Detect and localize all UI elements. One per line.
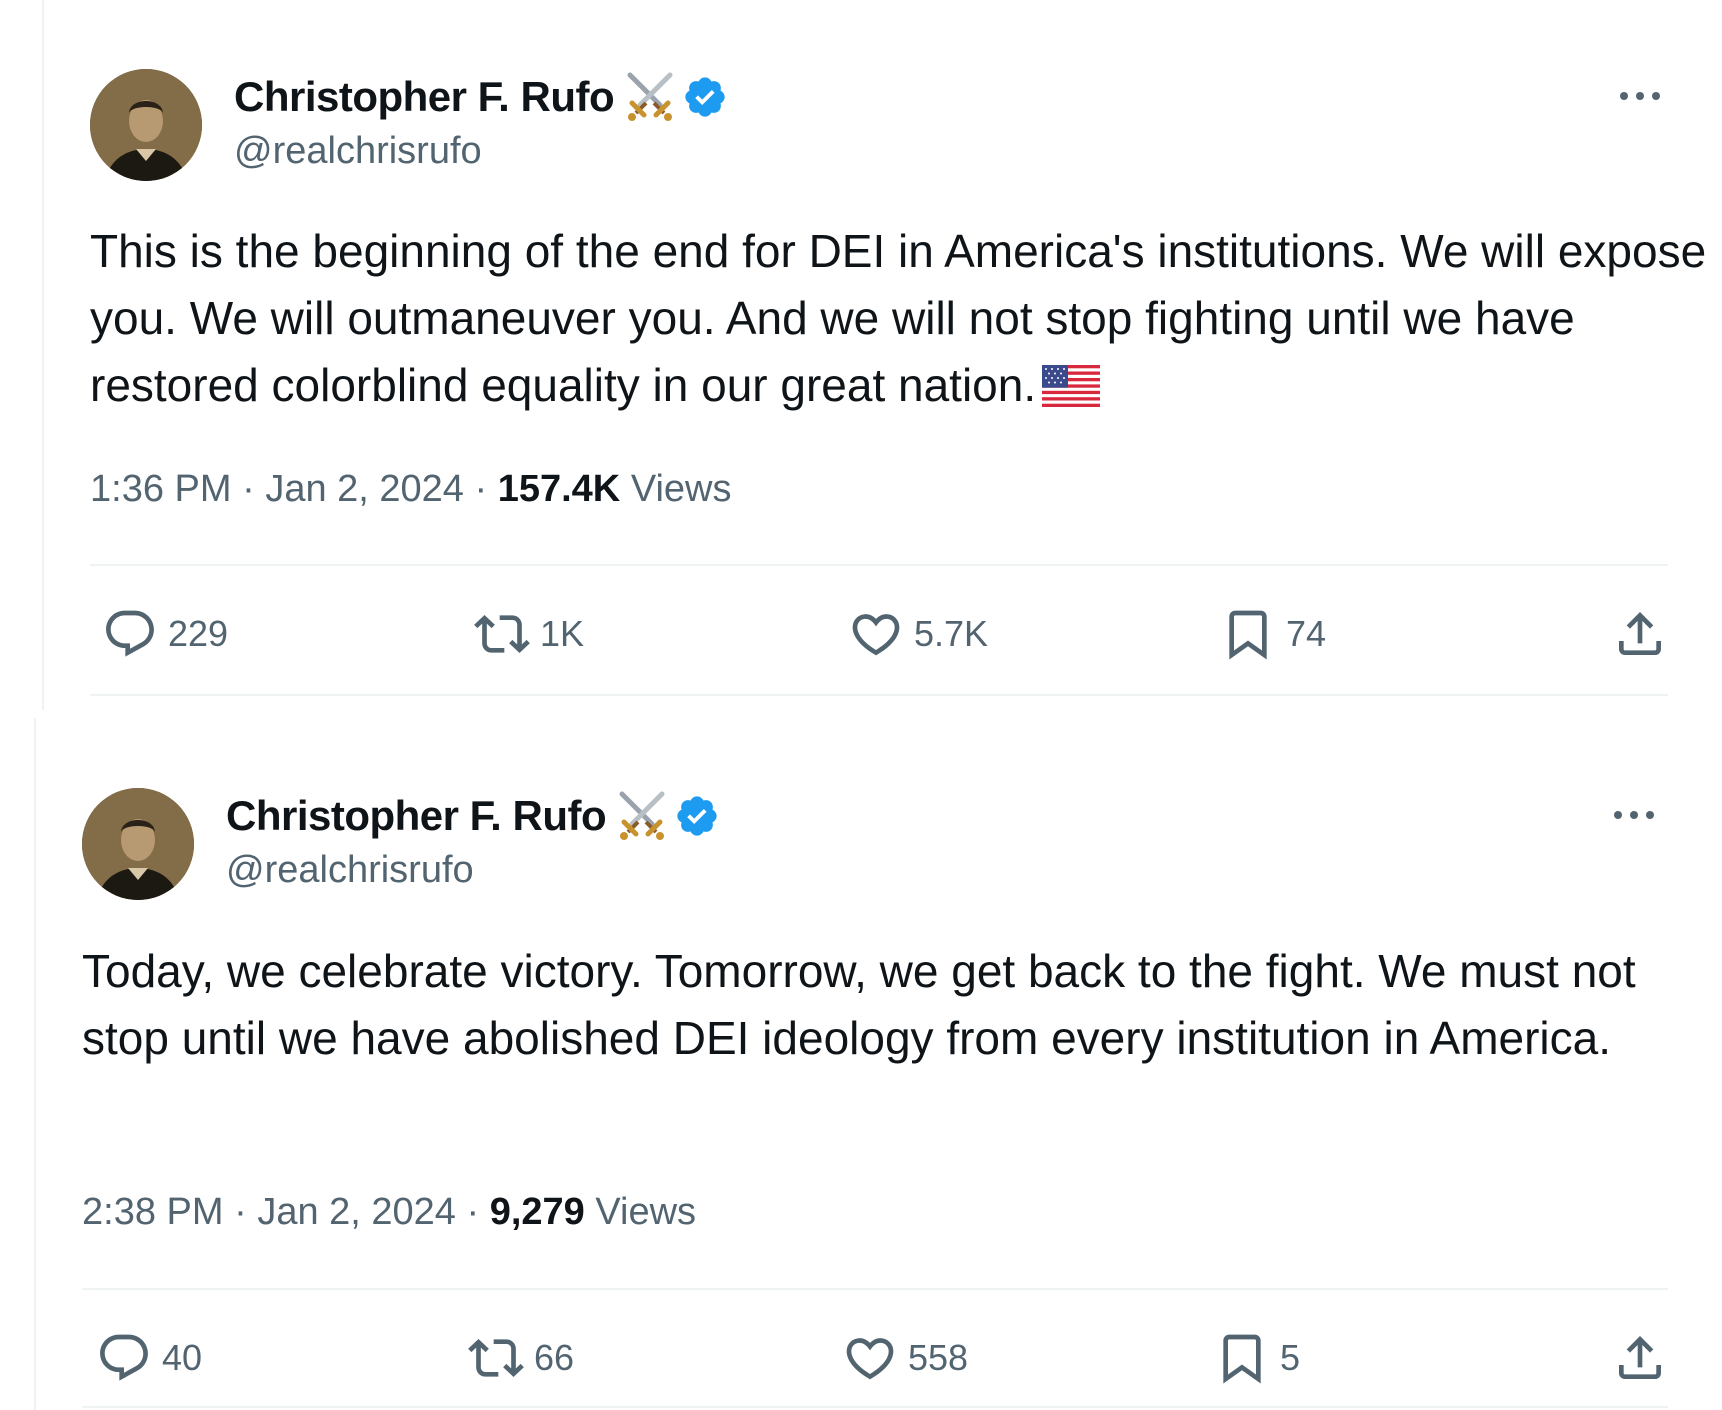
avatar[interactable] xyxy=(90,69,202,181)
swords-icon xyxy=(624,71,676,123)
reply-count: 229 xyxy=(168,613,229,654)
tweet-time[interactable]: 1:36 PM xyxy=(90,468,232,510)
tweet-date[interactable]: Jan 2, 2024 xyxy=(257,1191,456,1233)
divider xyxy=(90,694,1668,696)
meta-separator: · xyxy=(474,468,488,510)
reply-count: 40 xyxy=(162,1337,203,1378)
tweet-text-content: This is the beginning of the end for DEI… xyxy=(90,225,1707,411)
meta-separator: · xyxy=(466,1191,480,1233)
divider xyxy=(90,564,1668,566)
tweet-text: This is the beginning of the end for DEI… xyxy=(90,218,1710,419)
verified-badge-icon[interactable] xyxy=(682,74,728,120)
bookmark-icon xyxy=(1214,1330,1270,1386)
share-icon xyxy=(1612,1330,1668,1386)
views-count: 9,279 xyxy=(489,1191,585,1233)
verified-badge-icon[interactable] xyxy=(674,793,720,839)
repost-count: 1K xyxy=(540,613,585,654)
views-label: Views xyxy=(595,1191,697,1233)
divider xyxy=(82,1288,1668,1290)
more-options-icon[interactable] xyxy=(1618,88,1662,104)
tweet-date[interactable]: Jan 2, 2024 xyxy=(265,468,464,510)
meta-separator: · xyxy=(242,468,255,510)
us-flag-icon xyxy=(1042,358,1101,407)
reply-icon xyxy=(96,1330,152,1386)
repost-icon xyxy=(468,1330,524,1386)
heart-icon xyxy=(842,1330,898,1386)
bookmark-count: 74 xyxy=(1286,613,1327,654)
reply-button[interactable]: 40 xyxy=(96,1328,202,1388)
share-button[interactable] xyxy=(1612,604,1668,664)
author-name-row: Christopher F. Rufo xyxy=(234,69,728,125)
repost-button[interactable]: 66 xyxy=(468,1328,574,1388)
tweet-card[interactable]: Christopher F. Rufo @realchrisrufo Today… xyxy=(34,718,1722,1410)
like-count: 5.7K xyxy=(914,613,989,654)
bookmark-icon xyxy=(1220,606,1276,662)
repost-button[interactable]: 1K xyxy=(474,604,584,664)
swords-icon xyxy=(616,790,668,842)
author-display-name[interactable]: Christopher F. Rufo xyxy=(226,792,607,840)
meta-separator: · xyxy=(234,1191,247,1233)
more-options-icon[interactable] xyxy=(1612,807,1656,823)
reply-icon xyxy=(102,606,158,662)
share-icon xyxy=(1612,606,1668,662)
divider xyxy=(82,1406,1668,1408)
author-handle[interactable]: @realchrisrufo xyxy=(226,849,474,892)
heart-icon xyxy=(848,606,904,662)
views-label: Views xyxy=(630,468,732,510)
repost-icon xyxy=(474,606,530,662)
like-button[interactable]: 558 xyxy=(842,1328,968,1388)
tweet-time[interactable]: 2:38 PM xyxy=(82,1191,224,1233)
views-count: 157.4K xyxy=(497,468,621,510)
reply-button[interactable]: 229 xyxy=(102,604,228,664)
bookmark-count: 5 xyxy=(1280,1337,1301,1378)
repost-count: 66 xyxy=(534,1337,575,1378)
tweet-card[interactable]: Christopher F. Rufo @realchrisrufo This … xyxy=(42,0,1722,710)
share-button[interactable] xyxy=(1612,1328,1668,1388)
bookmark-button[interactable]: 5 xyxy=(1214,1328,1300,1388)
tweet-text: Today, we celebrate victory. Tomorrow, w… xyxy=(82,945,1636,1064)
author-handle[interactable]: @realchrisrufo xyxy=(234,130,482,173)
like-button[interactable]: 5.7K xyxy=(848,604,988,664)
tweet-meta: 2:38 PM · Jan 2, 2024 · 9,279 Views xyxy=(82,1191,696,1234)
bookmark-button[interactable]: 74 xyxy=(1220,604,1326,664)
author-display-name[interactable]: Christopher F. Rufo xyxy=(234,73,615,121)
tweet-meta: 1:36 PM · Jan 2, 2024 · 157.4K Views xyxy=(90,468,732,511)
like-count: 558 xyxy=(908,1337,969,1378)
author-name-row: Christopher F. Rufo xyxy=(226,788,720,844)
avatar[interactable] xyxy=(82,788,194,900)
